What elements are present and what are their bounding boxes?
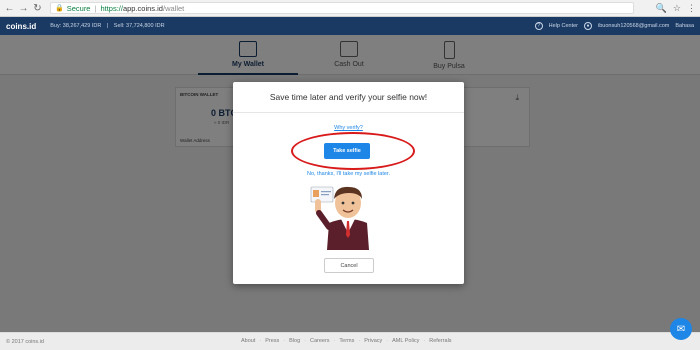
chat-support-icon[interactable]: ✉ [670, 318, 692, 340]
footer-separator: · [423, 338, 426, 344]
url-path: /wallet [162, 3, 185, 13]
selfie-man-illustration [310, 186, 369, 250]
footer-separator: · [333, 338, 336, 344]
browser-toolbar: ← → ↻ 🔒 Secure | https://app.coins.id/wa… [0, 0, 700, 17]
buy-price: Buy: 38,267,429 IDR [50, 23, 102, 29]
language-selector[interactable]: Bahasa [675, 23, 694, 29]
address-bar[interactable]: 🔒 Secure | https://app.coins.id/wallet [50, 2, 634, 14]
modal-title: Save time later and verify your selfie n… [233, 82, 464, 113]
help-icon[interactable]: ? [534, 22, 543, 30]
selfie-later-link[interactable]: No, thanks, I'll take my selfie later. [233, 171, 464, 177]
arm [316, 210, 332, 230]
url-host: app.coins.id [122, 3, 163, 13]
take-selfie-button[interactable]: Take selfie [324, 143, 370, 159]
footer: © 2017 coins.id About · Press · Blog · Care… [0, 332, 700, 350]
user-email[interactable]: ibuonsuh120568@gmail.com [598, 23, 669, 29]
selfie-verification-modal: Save time later and verify your selfie n… [233, 82, 464, 284]
zoom-icon[interactable]: 🔍 [656, 3, 667, 14]
price-separator: | [106, 23, 109, 29]
id-card-line [321, 194, 329, 196]
lock-icon: 🔒 [55, 5, 64, 12]
browser-menu-icon[interactable]: ⋮ [687, 3, 696, 14]
id-card-line [321, 191, 331, 193]
right-eye [351, 201, 355, 205]
user-icon[interactable]: ● [584, 22, 593, 30]
logo[interactable]: coins.id [6, 22, 36, 31]
footer-link-press[interactable]: Press [265, 338, 279, 344]
copyright: © 2017 coins.id [6, 338, 44, 345]
reload-icon[interactable]: ↻ [32, 3, 43, 14]
bookmark-star-icon[interactable]: ☆ [673, 3, 681, 14]
url-separator: | [94, 3, 97, 13]
cancel-button[interactable]: Cancel [324, 258, 374, 273]
footer-link-careers[interactable]: Careers [310, 338, 330, 344]
price-ticker: Buy: 38,267,429 IDR | Sell: 37,724,800 I… [50, 23, 168, 29]
why-verify-link[interactable]: Why verify? [233, 125, 464, 131]
footer-separator: · [304, 338, 306, 344]
footer-separator: · [358, 338, 361, 344]
footer-link-terms[interactable]: Terms [339, 338, 354, 344]
app-header: coins.id Buy: 38,267,429 IDR | Sell: 37,… [0, 17, 700, 35]
footer-separator: · [386, 338, 389, 344]
left-eye [341, 201, 345, 205]
footer-link-blog[interactable]: Blog [289, 338, 300, 344]
footer-links: About · Press · Blog · Careers · Terms · Priv… [241, 338, 452, 344]
footer-link-referrals[interactable]: Referrals [429, 338, 451, 344]
forward-arrow-icon[interactable]: → [18, 3, 29, 14]
back-arrow-icon[interactable]: ← [4, 3, 15, 14]
help-center-link[interactable]: Help Center [549, 23, 578, 29]
secure-label: Secure [66, 3, 91, 13]
sell-price: Sell: 37,724,800 IDR [113, 23, 165, 29]
id-card-photo [313, 190, 319, 197]
footer-link-about[interactable]: About [241, 338, 255, 344]
url-scheme: https:// [100, 3, 123, 13]
footer-separator: · [283, 338, 286, 344]
footer-separator: · [259, 338, 262, 344]
footer-link-aml-policy[interactable]: AML Policy [392, 338, 419, 344]
footer-link-privacy[interactable]: Privacy [364, 338, 382, 344]
